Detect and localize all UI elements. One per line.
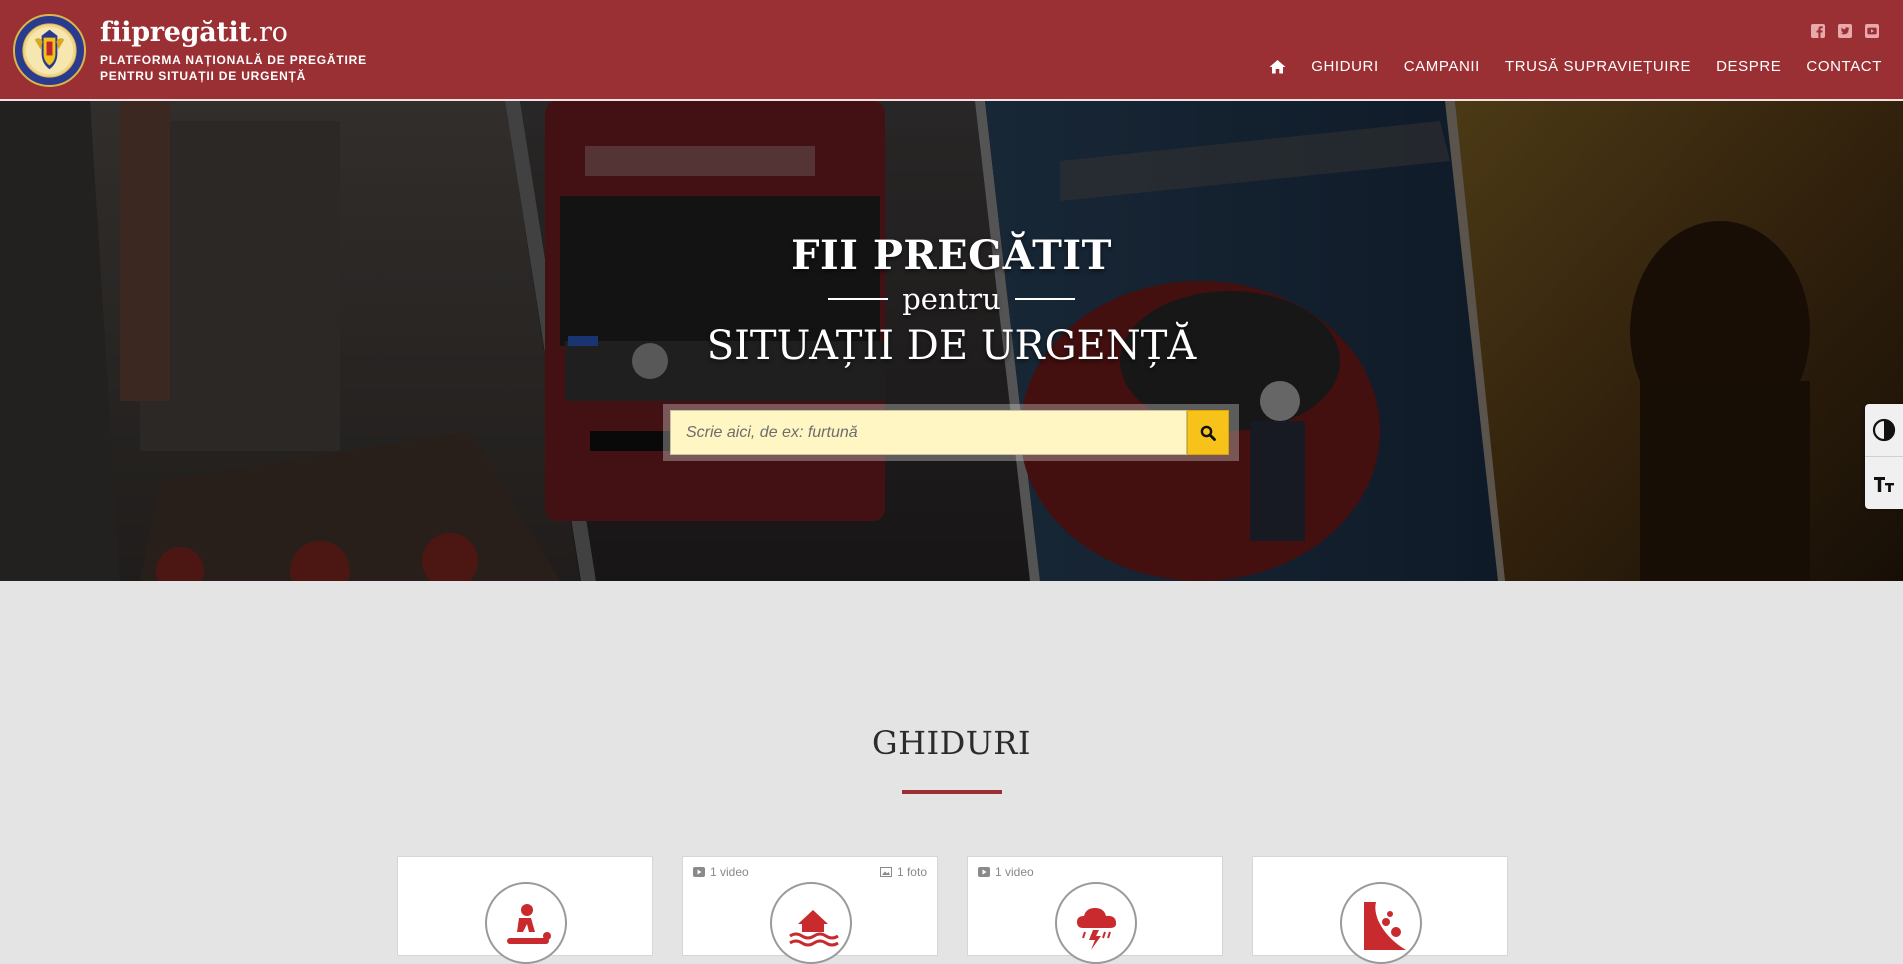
video-count: 1 video — [693, 865, 749, 879]
guide-card-cpr[interactable] — [397, 856, 653, 964]
site-tagline-2: PENTRU SITUAȚII DE URGENȚĂ — [100, 69, 307, 83]
hero-title-2: SITUAȚII DE URGENȚĂ — [706, 323, 1197, 369]
nav-item-trusa-supravietuire[interactable]: TRUSĂ SUPRAVIEȚUIRE — [1505, 58, 1691, 75]
guide-icon-circle — [1055, 882, 1137, 964]
home-icon[interactable] — [1269, 59, 1286, 74]
site-tagline-1: PLATFORMA NAȚIONALĂ DE PREGĂTIRE — [100, 53, 367, 67]
social-links — [1810, 23, 1880, 39]
nav-item-ghiduri[interactable]: GHIDURI — [1311, 58, 1379, 75]
nav-item-contact[interactable]: CONTACT — [1806, 58, 1882, 75]
font-size-button[interactable] — [1865, 456, 1903, 508]
hero-subtitle: pentru — [902, 282, 1001, 316]
guides-section-title: GHIDURI — [872, 724, 1031, 762]
font-size-icon — [1874, 476, 1894, 492]
guide-card-landslide[interactable] — [1252, 856, 1508, 964]
hero-title: FII PREGĂTIT — [791, 232, 1112, 279]
search-form — [663, 404, 1239, 461]
search-button[interactable] — [1187, 410, 1229, 455]
search-input[interactable] — [670, 410, 1187, 455]
photo-icon — [879, 867, 892, 877]
guide-card-flood[interactable]: 1 video 1 foto — [682, 856, 938, 964]
photo-count-label: 1 foto — [896, 865, 927, 879]
contrast-icon — [1872, 418, 1896, 442]
twitter-icon[interactable] — [1837, 23, 1853, 39]
photo-count: 1 foto — [879, 865, 927, 879]
main-nav: GHIDURI CAMPANII TRUSĂ SUPRAVIEȚUIRE DES… — [1269, 58, 1882, 75]
site-header: fiipregătit.ro PLATFORMA NAȚIONALĂ DE PR… — [0, 0, 1903, 101]
brand-block[interactable]: fiipregătit.ro PLATFORMA NAȚIONALĂ DE PR… — [100, 17, 367, 84]
cpr-icon — [507, 904, 551, 944]
landslide-icon — [1364, 902, 1406, 950]
igsu-seal-logo — [13, 14, 86, 87]
site-name-tld: .ro — [250, 17, 288, 48]
flood-icon — [789, 910, 839, 947]
video-count-label: 1 video — [995, 865, 1034, 879]
accessibility-toolbar — [1865, 404, 1903, 509]
site-name: fiipregătit.ro — [100, 17, 367, 49]
hero-banner: FII PREGĂTIT pentru SITUAȚII DE URGENȚĂ — [0, 101, 1903, 581]
guide-icon-circle — [1340, 882, 1422, 964]
storm-icon — [1077, 908, 1117, 950]
site-name-main: fiipregătit — [100, 17, 251, 48]
video-icon — [693, 867, 705, 877]
video-icon — [978, 867, 990, 877]
facebook-icon[interactable] — [1810, 23, 1826, 39]
search-icon — [1200, 425, 1216, 441]
guide-card-storm[interactable]: 1 video — [967, 856, 1223, 964]
nav-item-despre[interactable]: DESPRE — [1716, 58, 1781, 75]
guides-title-underline — [902, 790, 1002, 794]
video-count-label: 1 video — [710, 865, 749, 879]
hero-divider-left — [828, 298, 889, 300]
logo-link[interactable] — [13, 14, 86, 87]
hero-subtitle-row: pentru — [0, 282, 1903, 316]
video-count: 1 video — [978, 865, 1034, 879]
guide-icon-circle — [770, 882, 852, 964]
hero-divider-right — [1014, 298, 1075, 300]
nav-item-campanii[interactable]: CAMPANII — [1404, 58, 1480, 75]
youtube-icon[interactable] — [1864, 23, 1880, 39]
guide-icon-circle — [485, 882, 567, 964]
contrast-toggle-button[interactable] — [1865, 404, 1903, 456]
